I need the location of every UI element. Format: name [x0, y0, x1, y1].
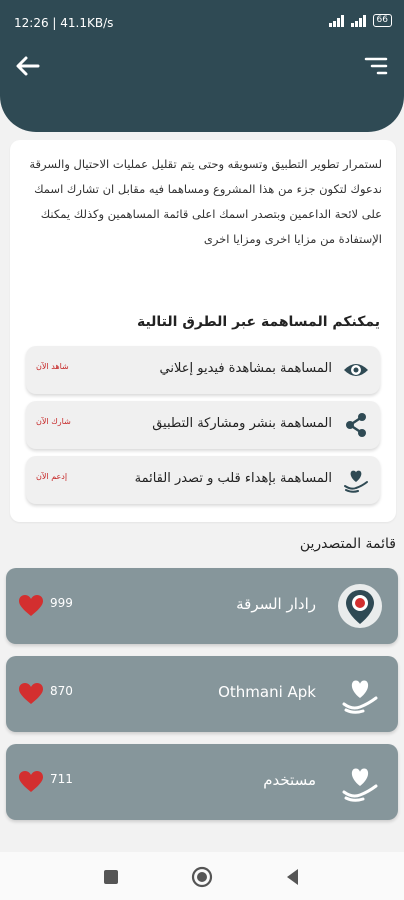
header	[0, 46, 404, 132]
heart-hand-icon	[344, 470, 368, 493]
signal-icon	[350, 14, 366, 27]
heart-icon[interactable]	[18, 594, 44, 618]
leader-card: مستخدم 711	[6, 744, 398, 820]
contrib-title: يمكنكم المساهمة عبر الطرق التالية	[136, 314, 380, 330]
heart-count: 870	[50, 684, 73, 698]
option-label: المساهمة بمشاهدة فيديو إعلاني	[159, 361, 332, 376]
back-arrow-icon[interactable]	[12, 50, 44, 82]
support-now-button[interactable]: إدعم الآن	[36, 472, 67, 481]
share-icon	[346, 413, 366, 437]
status-time: 12:26 | 41.1KB/s	[14, 16, 114, 30]
heart-hand-icon	[342, 768, 378, 802]
contribution-card: لستمرار تطوير التطبيق وتسويقه وحتى يتم ت…	[10, 140, 396, 522]
heart-icon[interactable]	[18, 770, 44, 794]
battery-icon: 66	[372, 14, 392, 27]
share-option[interactable]: المساهمة بنشر ومشاركة التطبيق شارك الآن	[26, 401, 380, 449]
signal-icon	[328, 14, 344, 27]
leaderboard-title: قائمة المتصدرين	[299, 536, 396, 552]
menu-icon[interactable]	[360, 50, 392, 82]
status-icons: 66	[328, 14, 392, 27]
heart-hand-icon	[342, 680, 378, 714]
leader-name: مستخدم	[263, 771, 316, 789]
leader-card: رادار السرقة 999	[6, 568, 398, 644]
heart-count: 711	[50, 772, 73, 786]
battery-level: 66	[376, 15, 388, 25]
eye-icon	[344, 364, 368, 376]
heart-icon[interactable]	[18, 682, 44, 706]
home-button[interactable]	[191, 866, 213, 888]
heart-count: 999	[50, 596, 73, 610]
share-now-button[interactable]: شارك الآن	[36, 417, 71, 426]
watch-ad-option[interactable]: المساهمة بمشاهدة فيديو إعلاني شاهد الآن	[26, 346, 380, 394]
intro-text: لستمرار تطوير التطبيق وتسويقه وحتى يتم ت…	[29, 157, 382, 246]
watch-now-button[interactable]: شاهد الآن	[36, 362, 69, 371]
system-nav-bar	[0, 852, 404, 900]
option-label: المساهمة بإهداء قلب و تصدر القائمة	[134, 471, 332, 486]
back-button[interactable]	[282, 866, 304, 888]
leader-name: رادار السرقة	[236, 595, 316, 613]
status-bar: 12:26 | 41.1KB/s 66	[0, 0, 404, 46]
leader-card: Othmani Apk 870	[6, 656, 398, 732]
leader-name: Othmani Apk	[218, 683, 316, 701]
recents-button[interactable]	[100, 866, 122, 888]
gift-heart-option[interactable]: المساهمة بإهداء قلب و تصدر القائمة إدعم …	[26, 456, 380, 504]
option-label: المساهمة بنشر ومشاركة التطبيق	[152, 416, 332, 431]
radar-icon	[338, 584, 382, 628]
